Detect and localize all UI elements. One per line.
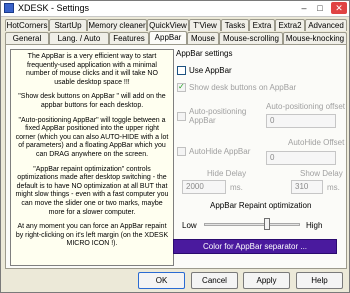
info-text-box: The AppBar is a very efficient way to st… (10, 49, 174, 266)
show-desk-buttons-label: Show desk buttons on AppBar (189, 83, 297, 92)
tab-extra2[interactable]: Extra2 (275, 19, 305, 31)
tab-extra[interactable]: Extra (249, 19, 275, 31)
appbar-settings-title: AppBar settings (176, 49, 233, 58)
repaint-slider-thumb[interactable] (264, 218, 271, 230)
window-title: XDESK - Settings (18, 3, 90, 13)
hide-delay-label: Hide Delay (207, 169, 247, 178)
info-paragraph: The AppBar is a very efficient way to st… (26, 53, 158, 86)
auto-positioning-offset-label: Auto-positioning offset (266, 102, 346, 111)
tab-tview[interactable]: T'View (189, 19, 221, 31)
use-appbar-checkbox[interactable] (177, 66, 186, 75)
info-paragraph: At any moment you can force an AppBar re… (15, 223, 169, 248)
hide-delay-unit: ms. (230, 183, 243, 192)
show-delay-field[interactable]: 310 (291, 180, 323, 194)
help-button[interactable]: Help (296, 272, 343, 289)
show-delay-unit: ms. (327, 183, 340, 192)
auto-positioning-offset-field[interactable]: 0 (266, 114, 336, 128)
tab-features[interactable]: Features (109, 32, 149, 44)
repaint-optimization-label: AppBar Repaint optimization (210, 201, 312, 210)
auto-positioning-checkbox[interactable] (177, 112, 186, 121)
tab-mouse[interactable]: Mouse (187, 32, 219, 44)
repaint-low-label: Low (182, 221, 197, 230)
title-bar[interactable]: XDESK - Settings – □ ✕ (1, 1, 349, 17)
tab-mouse-scrolling[interactable]: Mouse-scrolling (219, 32, 283, 44)
maximize-icon[interactable]: □ (313, 2, 327, 14)
app-icon (4, 3, 14, 13)
repaint-high-label: High (306, 221, 323, 230)
close-icon[interactable]: ✕ (331, 2, 347, 14)
info-paragraph: "AppBar repaint optimization" controls o… (15, 165, 169, 216)
auto-positioning-label: Auto-positioning AppBar (189, 107, 247, 125)
settings-window: XDESK - Settings – □ ✕ HotCorners StartU… (0, 0, 350, 293)
tab-advanced[interactable]: Advanced (305, 19, 347, 31)
autohide-checkbox[interactable] (177, 147, 186, 156)
hide-delay-field[interactable]: 2000 (182, 180, 226, 194)
tab-appbar[interactable]: AppBar (149, 31, 187, 45)
tab-quickview[interactable]: QuickView (147, 19, 189, 31)
info-paragraph: "Auto-positioning AppBar" will toggle be… (15, 116, 169, 158)
tab-hotcorners[interactable]: HotCorners (5, 19, 49, 31)
apply-button[interactable]: Apply (243, 272, 290, 289)
tab-lang-auto[interactable]: Lang. / Auto (49, 32, 109, 44)
use-appbar-label: Use AppBar (189, 66, 232, 75)
show-desk-buttons-checkbox[interactable] (177, 82, 186, 92)
ok-button[interactable]: OK (138, 272, 185, 289)
autohide-offset-field[interactable]: 0 (266, 151, 336, 165)
tab-tasks[interactable]: Tasks (221, 19, 249, 31)
tab-memory-cleaner[interactable]: Memory cleaner (87, 19, 147, 31)
autohide-label: AutoHide AppBar (189, 147, 251, 156)
cancel-button[interactable]: Cancel (191, 272, 238, 289)
info-paragraph: "Show desk buttons on AppBar " will add … (18, 93, 166, 109)
tab-mouse-knocking[interactable]: Mouse-knocking (283, 32, 347, 44)
tab-startup[interactable]: StartUp (49, 19, 87, 31)
tab-general[interactable]: General (5, 32, 49, 44)
show-delay-label: Show Delay (300, 169, 343, 178)
autohide-offset-label: AutoHide Offset (288, 138, 345, 147)
repaint-slider-track[interactable] (204, 223, 300, 226)
appbar-separator-color-button[interactable]: Color for AppBar separator ... (173, 239, 337, 254)
minimize-icon[interactable]: – (297, 2, 311, 14)
